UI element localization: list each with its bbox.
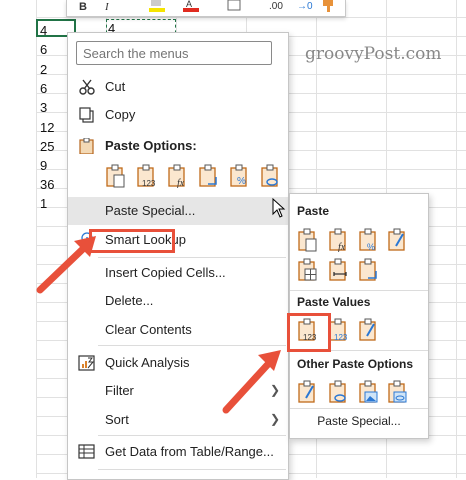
arrow-to-paste-special [36,236,96,294]
annotation-arrows [36,236,281,414]
arrow-to-paste-values [222,350,281,414]
